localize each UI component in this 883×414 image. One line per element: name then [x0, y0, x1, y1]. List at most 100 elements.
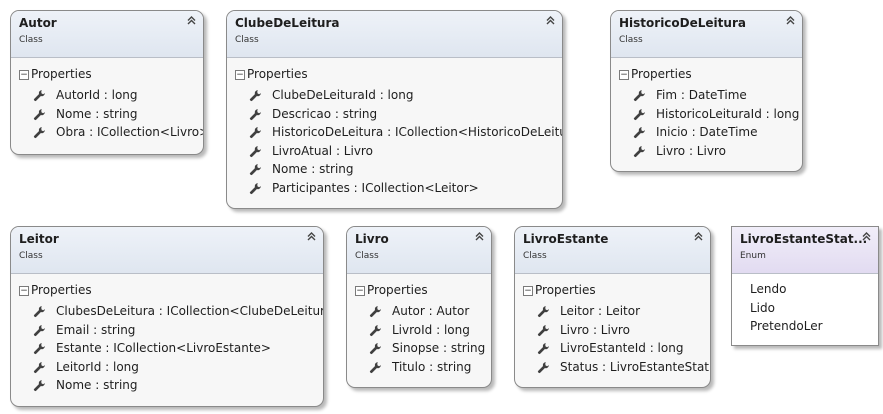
property-item[interactable]: ClubeDeLeituraId : long [227, 86, 562, 105]
collapse-icon[interactable] [307, 232, 316, 244]
class-kind-label: Class [523, 251, 547, 261]
property-text: Email : string [56, 322, 136, 337]
wrench-icon [537, 324, 550, 337]
property-item[interactable]: ClubesDeLeitura : ICollection<ClubeDeLei… [11, 302, 323, 321]
property-item[interactable]: Livro : Livro [611, 142, 802, 161]
wrench-icon [249, 163, 262, 176]
class-box-autor[interactable]: Autor Class − Properties AutorId : long Nome … [10, 10, 204, 155]
collapse-icon[interactable] [694, 232, 703, 244]
property-item[interactable]: Nome : string [11, 105, 203, 124]
class-box-livroestante[interactable]: LivroEstante Class − Properties Leitor : Lei… [514, 226, 711, 388]
enum-value[interactable]: PretendoLer [732, 317, 878, 336]
property-item[interactable]: LivroId : long [347, 321, 491, 340]
properties-section-header[interactable]: − Properties [611, 66, 802, 86]
class-box-historicodeleitura[interactable]: HistoricoDeLeitura Class − Properties Fim : … [610, 10, 803, 172]
enum-value[interactable]: Lendo [732, 280, 878, 299]
class-box-livro[interactable]: Livro Class − Properties Autor : Autor LivroI… [346, 226, 492, 388]
wrench-icon [249, 182, 262, 195]
section-label: Properties [247, 67, 308, 81]
property-item[interactable]: Email : string [11, 321, 323, 340]
property-text: Obra : ICollection<Livro> [56, 125, 204, 139]
property-text: ClubesDeLeitura : ICollection<ClubeDeLei… [56, 304, 324, 318]
wrench-icon [33, 108, 46, 121]
wrench-icon [369, 361, 382, 374]
property-text: Inicio : DateTime [656, 125, 758, 139]
property-item[interactable]: Participantes : ICollection<Leitor> [227, 179, 562, 198]
collapse-icon[interactable] [862, 232, 871, 244]
collapse-icon[interactable] [786, 16, 795, 28]
property-item[interactable]: Descricao : string [227, 105, 562, 124]
class-title: HistoricoDeLeitura [619, 16, 746, 30]
class-header: Autor Class [11, 11, 203, 58]
wrench-icon [633, 145, 646, 158]
property-item[interactable]: LivroEstanteId : long [515, 339, 710, 358]
class-header: Livro Class [347, 227, 491, 274]
property-text: AutorId : long [56, 88, 138, 102]
property-item[interactable]: Livro : Livro [515, 321, 710, 340]
property-list: ClubesDeLeitura : ICollection<ClubeDeLei… [11, 302, 323, 395]
wrench-icon [33, 89, 46, 102]
property-item[interactable]: Obra : ICollection<Livro> [11, 123, 203, 142]
wrench-icon [249, 145, 262, 158]
property-item[interactable]: Status : LivroEstanteStatus [515, 358, 710, 377]
enum-box-livroestantestatus[interactable]: LivroEstanteStat... Enum Lendo Lido Pretendo… [731, 226, 879, 346]
property-item[interactable]: HistoricoDeLeitura : ICollection<Histori… [227, 123, 562, 142]
property-text: LivroAtual : Livro [272, 143, 373, 158]
property-item[interactable]: Titulo : string [347, 358, 491, 377]
property-text: Autor : Autor [392, 304, 470, 318]
class-header: LivroEstante Class [515, 227, 710, 274]
properties-section-header[interactable]: − Properties [515, 282, 710, 302]
property-item[interactable]: Inicio : DateTime [611, 123, 802, 142]
property-text: LivroId : long [392, 322, 470, 337]
property-text: Livro : Livro [656, 143, 726, 158]
property-item[interactable]: AutorId : long [11, 86, 203, 105]
enum-header: LivroEstanteStat... Enum [732, 227, 878, 274]
properties-section-header[interactable]: − Properties [227, 66, 562, 86]
property-item[interactable]: LivroAtual : Livro [227, 142, 562, 161]
collapse-icon[interactable] [187, 16, 196, 28]
properties-section-header[interactable]: − Properties [347, 282, 491, 302]
minus-box-icon[interactable]: − [523, 286, 533, 296]
property-text: HistoricoLeituraId : long [656, 106, 800, 121]
property-text: Participantes : ICollection<Leitor> [272, 180, 479, 195]
wrench-icon [537, 342, 550, 355]
property-item[interactable]: Nome : string [11, 376, 323, 395]
wrench-icon [537, 305, 550, 318]
properties-section-header[interactable]: − Properties [11, 282, 323, 302]
property-text: Fim : DateTime [656, 88, 747, 102]
minus-box-icon[interactable]: − [619, 70, 629, 80]
minus-box-icon[interactable]: − [19, 286, 29, 296]
property-item[interactable]: Leitor : Leitor [515, 302, 710, 321]
wrench-icon [369, 342, 382, 355]
property-text: LivroEstanteId : long [560, 341, 684, 355]
class-header: HistoricoDeLeitura Class [611, 11, 802, 58]
collapse-icon[interactable] [546, 16, 555, 28]
property-text: Livro : Livro [560, 322, 630, 337]
property-list: AutorId : long Nome : string Obra : IColle… [11, 86, 203, 142]
minus-box-icon[interactable]: − [19, 70, 29, 80]
property-text: Nome : string [56, 378, 138, 392]
property-item[interactable]: Estante : ICollection<LivroEstante> [11, 339, 323, 358]
property-item[interactable]: Autor : Autor [347, 302, 491, 321]
class-kind-label: Class [619, 35, 643, 45]
property-list: Fim : DateTime HistoricoLeituraId : long I… [611, 86, 802, 160]
enum-title: LivroEstanteStat... [740, 232, 868, 246]
class-box-leitor[interactable]: Leitor Class − Properties ClubesDeLeitura : … [10, 226, 324, 407]
property-item[interactable]: LeitorId : long [11, 358, 323, 377]
property-text: Estante : ICollection<LivroEstante> [56, 341, 271, 355]
minus-box-icon[interactable]: − [355, 286, 365, 296]
class-title: Livro [355, 232, 389, 246]
property-item[interactable]: Nome : string [227, 160, 562, 179]
wrench-icon [369, 305, 382, 318]
enum-value[interactable]: Lido [732, 299, 878, 318]
minus-box-icon[interactable]: − [235, 70, 245, 80]
collapse-icon[interactable] [475, 232, 484, 244]
class-title: Leitor [19, 232, 59, 246]
property-item[interactable]: Sinopse : string [347, 339, 491, 358]
properties-section-header[interactable]: − Properties [11, 66, 203, 86]
property-item[interactable]: Fim : DateTime [611, 86, 802, 105]
wrench-icon [249, 126, 262, 139]
class-box-clubedeleitura[interactable]: ClubeDeLeitura Class − Properties ClubeDeLei… [226, 10, 563, 209]
property-item[interactable]: HistoricoLeituraId : long [611, 105, 802, 124]
property-text: HistoricoDeLeitura : ICollection<Histori… [272, 125, 563, 139]
